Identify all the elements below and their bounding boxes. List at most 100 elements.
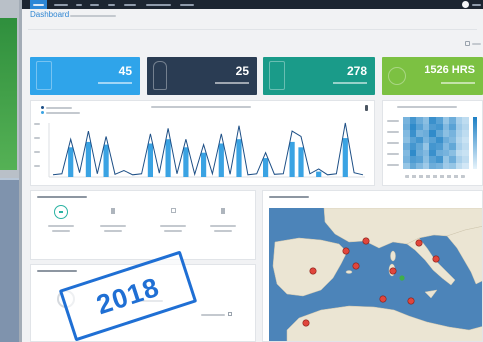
background-green-screen (0, 18, 17, 170)
stat-label (48, 225, 74, 227)
map-marker[interactable] (362, 237, 370, 245)
trend-bar (236, 139, 242, 177)
heatmap-cell (462, 162, 469, 169)
nav-item[interactable] (121, 0, 139, 9)
trend-chart-panel (30, 100, 375, 186)
map-marker[interactable] (302, 319, 310, 327)
heatmap-cell (422, 162, 430, 169)
nav-item-active[interactable] (30, 0, 47, 9)
nav-item[interactable] (143, 0, 173, 9)
trend-bar (183, 147, 189, 177)
kpi-label (441, 82, 475, 84)
user-avatar[interactable] (462, 1, 469, 8)
stat-label (160, 225, 186, 227)
header-divider (28, 29, 477, 30)
settings-icon[interactable] (465, 41, 470, 46)
trend-bar (147, 143, 153, 177)
y-tick-label (34, 137, 40, 139)
map-marker[interactable] (432, 255, 440, 263)
map-panel (262, 190, 483, 342)
chart-menu-icon[interactable] (365, 105, 368, 111)
summary-link[interactable] (201, 314, 225, 316)
map-marker[interactable] (352, 262, 360, 270)
invoice-icon (221, 208, 225, 214)
heatmap-cell (409, 162, 417, 169)
map-marker[interactable] (389, 267, 397, 275)
kpi-card[interactable]: 25 (147, 57, 257, 95)
heatmap-cell (403, 162, 410, 169)
kpi-label (215, 82, 249, 84)
tablet-icon (269, 61, 285, 90)
heatmap-grid (403, 117, 469, 169)
external-link-icon[interactable] (228, 312, 232, 316)
y-tick-label (34, 123, 40, 125)
trend-bar (298, 147, 304, 177)
trend-line (52, 122, 364, 177)
progress-ring-value (59, 210, 63, 213)
heatmap-cell (442, 162, 450, 169)
clock-icon (388, 67, 406, 85)
settings-label[interactable] (472, 43, 481, 45)
kpi-card[interactable]: 45 (30, 57, 140, 95)
trend-bar (218, 143, 224, 177)
kpi-value: 278 (346, 64, 367, 78)
folder-icon (171, 208, 176, 213)
map-marker-alt[interactable] (399, 275, 405, 281)
stat-sublabel (164, 230, 182, 232)
stat-label (210, 225, 236, 227)
heatmap-cell (455, 162, 463, 169)
trend-bar (68, 147, 74, 177)
map-marker[interactable] (415, 239, 423, 247)
nav-item[interactable] (105, 0, 117, 9)
kpi-card[interactable]: 1526 HRS (382, 57, 483, 95)
kpi-value: 45 (118, 64, 132, 78)
heatmap-cell (416, 162, 423, 169)
nav-item-label (54, 3, 68, 6)
locations-map[interactable] (269, 208, 483, 342)
page-title: Dashboard (30, 10, 70, 19)
user-name-label[interactable] (472, 3, 481, 6)
map-marker[interactable] (379, 295, 387, 303)
legend-dot-bars (41, 111, 44, 114)
chart-title (151, 106, 251, 108)
legend-dot-line (41, 106, 44, 109)
nav-item-label (108, 3, 115, 6)
heatmap-row-label (387, 164, 399, 166)
heatmap-color-legend (473, 117, 477, 169)
stat-sublabel (104, 230, 122, 232)
stats-panel (30, 190, 256, 260)
kpi-label (333, 82, 367, 84)
trend-chart-plot (48, 122, 365, 178)
map-marker[interactable] (309, 267, 317, 275)
map-marker[interactable] (407, 297, 415, 305)
nav-item[interactable] (51, 0, 69, 9)
legend-label (46, 111, 80, 114)
nav-item[interactable] (73, 0, 83, 9)
legend-label (46, 106, 72, 109)
stat-sublabel (52, 230, 70, 232)
heatmap-cell (449, 162, 456, 169)
y-tick-label (34, 151, 40, 153)
trend-bar (263, 158, 269, 177)
heatmap-title (397, 106, 457, 108)
map-marker[interactable] (342, 247, 350, 255)
y-tick-label (34, 165, 40, 167)
trend-bar (342, 138, 348, 177)
page-subtitle (70, 15, 116, 17)
summary-panel-title (37, 270, 77, 272)
kpi-value: 1526 HRS (424, 64, 475, 76)
map-panel-title (269, 196, 309, 198)
heatmap-row-label (387, 120, 399, 122)
heatmap-cell (436, 162, 443, 169)
kpi-card[interactable]: 278 (263, 57, 375, 95)
nav-item[interactable] (87, 0, 101, 9)
nav-item-label (124, 3, 136, 6)
photo-frame: Dashboard 45 25 278 1526 HRS 2018 (0, 0, 483, 342)
stat-label (100, 225, 126, 227)
nav-item-label (90, 3, 99, 6)
trend-bar (316, 171, 322, 177)
nav-item[interactable] (177, 0, 197, 9)
heatmap-row-label (387, 142, 399, 144)
trend-bar (289, 141, 295, 177)
map-land-balearics (345, 270, 353, 274)
